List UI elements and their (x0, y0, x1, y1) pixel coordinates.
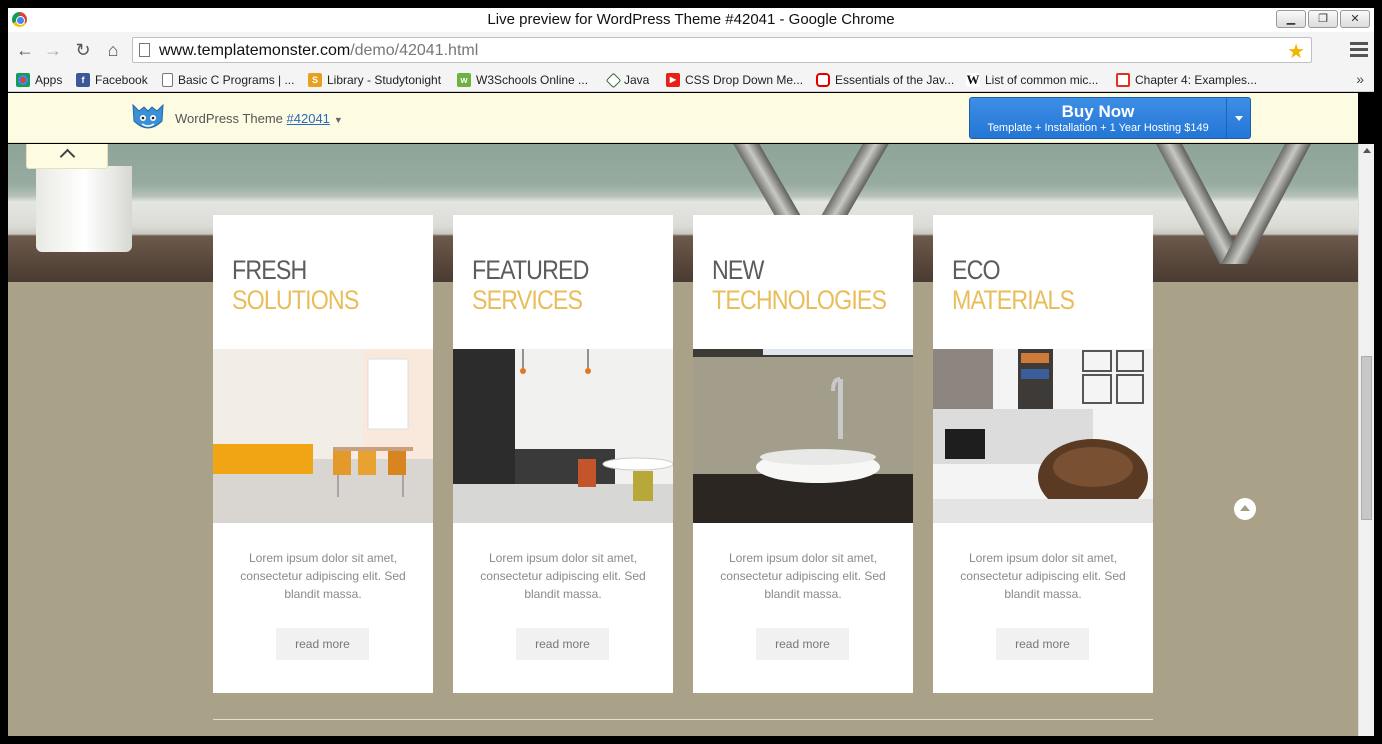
chrome-menu-icon[interactable] (1350, 39, 1368, 61)
close-button[interactable]: ✕ (1340, 10, 1370, 28)
bookmark-css-dropdown[interactable]: ▶ CSS Drop Down Me... (666, 71, 803, 89)
bookmark-apps[interactable]: Apps (16, 71, 62, 89)
dining-room-photo (213, 349, 433, 523)
feature-card: FRESH SOLUTIONS Lorem ipsum dolor sit am… (213, 215, 433, 693)
back-arrow-icon[interactable]: ← (14, 39, 36, 61)
bookmark-label: Essentials of the Jav... (835, 73, 955, 87)
read-more-button[interactable]: read more (996, 628, 1089, 660)
apps-grid-icon (16, 73, 30, 87)
java-icon (605, 72, 622, 88)
url-path: /demo/42041.html (350, 42, 479, 59)
page-icon (162, 73, 173, 87)
theme-number-link[interactable]: #42041 (287, 111, 330, 126)
read-more-button[interactable]: read more (756, 628, 849, 660)
buy-now-label: Buy Now (1061, 102, 1135, 121)
oracle-icon (816, 73, 830, 87)
vase-image (36, 166, 132, 252)
scroll-to-top-icon[interactable] (1234, 498, 1256, 520)
w3schools-icon: w (457, 73, 471, 87)
bookmark-chapter-4[interactable]: Chapter 4: Examples... (1116, 71, 1257, 89)
theme-label: WordPress Theme (175, 111, 283, 126)
navigation-bar: ← → ↻ ⌂ www.templatemonster.com/demo/420… (8, 32, 1374, 68)
bookmark-java[interactable]: Java (605, 71, 650, 89)
window-controls: ▁ ❐ ✕ (1276, 10, 1370, 28)
chair-frame (1221, 144, 1311, 264)
kitchen-photo (453, 349, 673, 523)
vertical-scrollbar[interactable] (1358, 144, 1374, 736)
bookmark-star-icon[interactable]: ★ (1287, 39, 1305, 64)
living-room-photo (933, 349, 1153, 523)
bookmark-label: Chapter 4: Examples... (1135, 73, 1258, 87)
home-icon[interactable]: ⌂ (102, 39, 124, 61)
hero-background-image (8, 144, 1358, 282)
bookmark-facebook[interactable]: f Facebook (76, 71, 148, 89)
section-divider (213, 719, 1153, 720)
bookmark-label: Facebook (95, 73, 148, 87)
bookmark-label: Apps (35, 73, 63, 87)
feature-card: NEW TECHNOLOGIES Lorem ipsum dolor sit a… (693, 215, 913, 693)
forward-arrow-icon[interactable]: → (42, 39, 64, 61)
bookmark-wikipedia[interactable]: W List of common mic... (966, 71, 1098, 89)
bookmark-label: Basic C Programs | ... (178, 73, 295, 87)
youtube-icon: ▶ (666, 73, 680, 87)
card-title: ECO (952, 255, 1001, 285)
card-description: Lorem ipsum dolor sit amet, consectetur … (720, 551, 886, 601)
card-subtitle: TECHNOLOGIES (712, 285, 887, 315)
url-host: www.templatemonster.com (159, 42, 351, 59)
chevron-up-icon (59, 148, 76, 165)
collapse-bar-button[interactable] (26, 144, 108, 169)
page-viewport: FRESH SOLUTIONS Lorem ipsum dolor sit am… (8, 144, 1358, 736)
title-bar: Live preview for WordPress Theme #42041 … (8, 8, 1374, 32)
feature-card: ECO MATERIALS Lorem ipsum dolor sit amet… (933, 215, 1153, 693)
bookmark-w3schools[interactable]: w W3Schools Online ... (457, 71, 588, 89)
bookmark-label: Java (624, 73, 650, 87)
scroll-up-arrow-icon[interactable] (1363, 148, 1371, 153)
read-more-button[interactable]: read more (516, 628, 609, 660)
window-title: Live preview for WordPress Theme #42041 … (487, 11, 895, 28)
buy-options-dropdown-icon[interactable] (1226, 98, 1250, 138)
bookmark-label: List of common mic... (985, 73, 1099, 87)
bathroom-sink-photo (693, 349, 913, 523)
bookmark-label: CSS Drop Down Me... (685, 73, 804, 87)
reload-icon[interactable]: ↻ (72, 39, 94, 61)
card-description: Lorem ipsum dolor sit amet, consectetur … (240, 551, 406, 601)
address-bar[interactable]: www.templatemonster.com/demo/42041.html … (132, 37, 1312, 63)
card-subtitle: SERVICES (472, 285, 583, 315)
bookmark-studytonight[interactable]: S Library - Studytonight (308, 71, 441, 89)
card-description: Lorem ipsum dolor sit amet, consectetur … (480, 551, 646, 601)
read-more-button[interactable]: read more (276, 628, 369, 660)
bookmark-label: Library - Studytonight (327, 73, 442, 87)
studytonight-icon: S (308, 73, 322, 87)
feature-card: FEATURED SERVICES Lorem ipsum dolor sit … (453, 215, 673, 693)
bookmark-essentials-java[interactable]: Essentials of the Jav... (816, 71, 954, 89)
url-text[interactable]: www.templatemonster.com/demo/42041.html (159, 42, 478, 60)
card-subtitle: MATERIALS (952, 285, 1075, 315)
template-preview-bar: WordPress Theme #42041 ▼ Buy Now Template… (8, 93, 1358, 143)
card-description: Lorem ipsum dolor sit amet, consectetur … (960, 551, 1126, 601)
card-title: NEW (712, 255, 764, 285)
templatemonster-logo-icon[interactable] (130, 101, 166, 133)
bookmarks-overflow-icon[interactable]: » (1356, 71, 1364, 87)
buy-now-button[interactable]: Buy Now Template + Installation + 1 Year… (969, 97, 1251, 139)
page-background (8, 282, 1358, 736)
wikipedia-icon: W (966, 72, 980, 87)
card-title: FEATURED (472, 255, 589, 285)
card-title: FRESH (232, 255, 307, 285)
bookmarks-bar: Apps f Facebook Basic C Programs | ... S… (8, 68, 1374, 92)
restore-button[interactable]: ❐ (1308, 10, 1338, 28)
minimize-button[interactable]: ▁ (1276, 10, 1306, 28)
chapter-icon (1116, 73, 1130, 87)
scrollbar-thumb[interactable] (1361, 356, 1372, 520)
theme-selector[interactable]: WordPress Theme #42041 ▼ (175, 111, 343, 126)
page-icon (139, 43, 150, 57)
buy-now-subtitle: Template + Installation + 1 Year Hosting… (987, 122, 1209, 134)
dropdown-caret-icon[interactable]: ▼ (334, 115, 343, 125)
bookmark-basic-c[interactable]: Basic C Programs | ... (162, 71, 294, 89)
card-subtitle: SOLUTIONS (232, 285, 359, 315)
bookmark-label: W3Schools Online ... (476, 73, 589, 87)
facebook-icon: f (76, 73, 90, 87)
